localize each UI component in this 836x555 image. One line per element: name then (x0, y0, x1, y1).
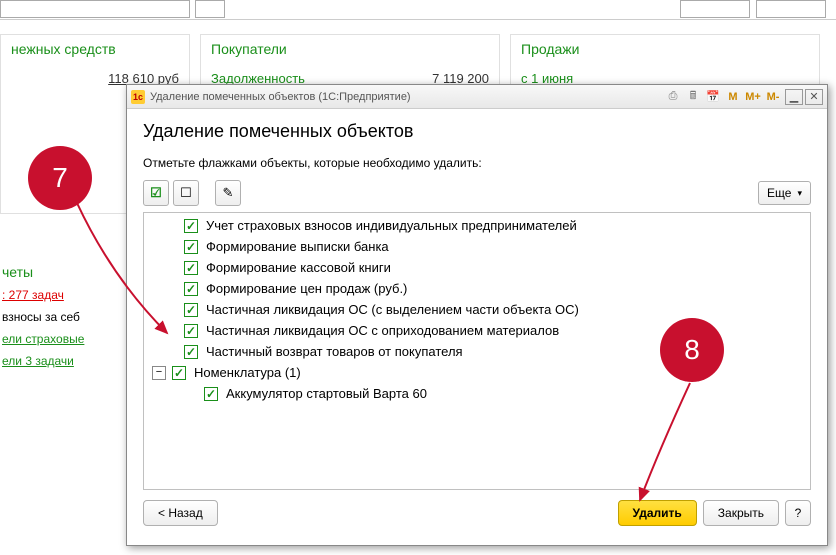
list-item[interactable]: Частичная ликвидация ОС (с выделением ча… (144, 299, 810, 320)
item-label: Формирование кассовой книги (206, 260, 391, 275)
bg-buttons (680, 0, 826, 18)
item-label: Формирование цен продаж (руб.) (206, 281, 407, 296)
list-item[interactable]: Формирование кассовой книги (144, 257, 810, 278)
side-heading: четы (0, 260, 130, 284)
help-button[interactable]: ? (785, 500, 811, 526)
uncheck-all-icon: ☐ (180, 185, 192, 201)
checkbox[interactable] (172, 366, 186, 380)
checkbox[interactable] (204, 387, 218, 401)
item-label: Частичная ликвидация ОС с оприходованием… (206, 323, 559, 338)
item-label: Частичный возврат товаров от покупателя (206, 344, 463, 359)
close-button[interactable]: Закрыть (703, 500, 779, 526)
bg-topbar (0, 0, 836, 20)
bg-spinner[interactable] (195, 0, 225, 18)
more-label: Еще (767, 186, 791, 200)
bg-btn-2[interactable] (756, 0, 826, 18)
checkbox[interactable] (184, 282, 198, 296)
card-title: Покупатели (211, 41, 287, 57)
checkbox[interactable] (184, 261, 198, 275)
more-button[interactable]: Еще (758, 181, 811, 205)
uncheck-all-button[interactable]: ☐ (173, 180, 199, 206)
side-link[interactable]: ели страховые (2, 332, 84, 346)
collapse-icon[interactable]: − (152, 366, 166, 380)
edit-button[interactable]: ✎ (215, 180, 241, 206)
back-button[interactable]: < Назад (143, 500, 218, 526)
callout-7: 7 (28, 146, 92, 210)
m-button[interactable]: M (725, 89, 741, 105)
bg-btn-1[interactable] (680, 0, 750, 18)
list-item[interactable]: Аккумулятор стартовый Варта 60 (144, 383, 810, 404)
item-label: Частичная ликвидация ОС (с выделением ча… (206, 302, 579, 317)
pencil-icon: ✎ (223, 185, 234, 201)
instruction-text: Отметьте флажками объекты, которые необх… (143, 156, 811, 170)
checkbox[interactable] (184, 324, 198, 338)
side-link[interactable]: ели 3 задачи (2, 354, 74, 368)
dialog-titlebar: 1c Удаление помеченных объектов (1С:Пред… (127, 85, 827, 109)
check-all-icon: ☑ (150, 185, 162, 201)
dialog-body: Удаление помеченных объектов Отметьте фл… (127, 109, 827, 536)
group-label: Номенклатура (1) (194, 365, 301, 380)
item-label: Формирование выписки банка (206, 239, 389, 254)
calc-icon[interactable]: 🖩 (685, 89, 701, 105)
checkbox[interactable] (184, 219, 198, 233)
side-link[interactable]: : 277 задач (2, 288, 64, 302)
check-all-button[interactable]: ☑ (143, 180, 169, 206)
calendar-icon[interactable]: 📅 (705, 89, 721, 105)
bg-side-panel: четы : 277 задач взносы за себ ели страх… (0, 260, 130, 372)
window-title: Удаление помеченных объектов (1С:Предпри… (150, 91, 411, 103)
checkbox[interactable] (184, 303, 198, 317)
card-title: Продажи (521, 41, 579, 57)
item-label: Аккумулятор стартовый Варта 60 (226, 386, 427, 401)
card-title: нежных средств (11, 41, 116, 57)
list-item[interactable]: Формирование выписки банка (144, 236, 810, 257)
m-minus-button[interactable]: M- (765, 89, 781, 105)
print-icon[interactable]: ⎙ (665, 89, 681, 105)
dialog-footer: < Назад Удалить Закрыть ? (143, 500, 811, 526)
checkbox[interactable] (184, 345, 198, 359)
side-text: взносы за себ (0, 306, 130, 328)
m-plus-button[interactable]: M+ (745, 89, 761, 105)
list-item[interactable]: Формирование цен продаж (руб.) (144, 278, 810, 299)
minimize-icon[interactable]: ▁ (785, 89, 803, 105)
bg-input[interactable] (0, 0, 190, 18)
toolbar: ☑ ☐ ✎ Еще (143, 180, 811, 206)
close-icon[interactable]: ✕ (805, 89, 823, 105)
dialog-heading: Удаление помеченных объектов (143, 121, 811, 142)
callout-8: 8 (660, 318, 724, 382)
app-1c-icon: 1c (131, 90, 145, 104)
list-item[interactable]: Учет страховых взносов индивидуальных пр… (144, 215, 810, 236)
checkbox[interactable] (184, 240, 198, 254)
delete-marked-dialog: 1c Удаление помеченных объектов (1С:Пред… (126, 84, 828, 546)
item-label: Учет страховых взносов индивидуальных пр… (206, 218, 577, 233)
delete-button[interactable]: Удалить (618, 500, 697, 526)
